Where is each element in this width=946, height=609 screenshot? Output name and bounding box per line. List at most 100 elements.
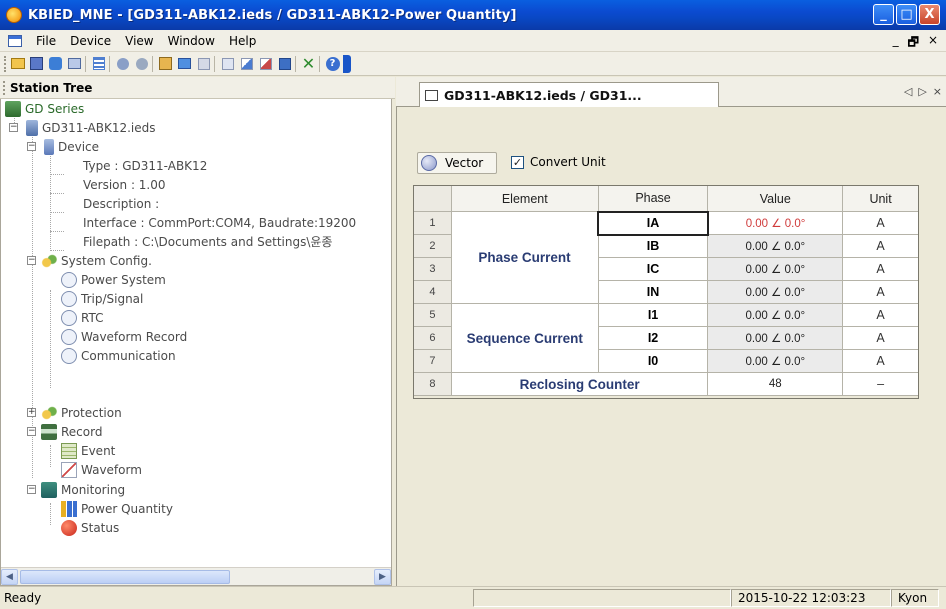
view-icon[interactable] (195, 55, 212, 72)
row-number: 3 (413, 257, 452, 281)
tab-close-icon[interactable]: × (933, 85, 942, 98)
toolbar-separator (319, 55, 320, 72)
tab-controls: ◁ ▷ × (904, 85, 942, 98)
tree-node-device[interactable]: Device (41, 137, 99, 156)
tree-node-trip-signal[interactable]: Trip/Signal (61, 289, 143, 308)
window-icon[interactable] (219, 55, 236, 72)
monitor-icon (41, 481, 57, 498)
checkbox-check-icon[interactable]: ✓ (511, 155, 524, 169)
tree-node-rtc[interactable]: RTC (61, 308, 103, 327)
wrench-icon (61, 347, 77, 364)
list-icon[interactable] (90, 55, 107, 72)
document-tab[interactable]: GD311-ABK12.ieds / GD31... (419, 82, 719, 107)
value-cell: 0.00 ∠ 0.0° (707, 211, 844, 235)
status-icon (61, 519, 77, 536)
status-ready: Ready (4, 591, 42, 605)
tree-node-gd-series[interactable]: GD Series (5, 99, 84, 118)
tree-node-file[interactable]: GD311-ABK12.ieds (23, 118, 156, 137)
unit-cell: A (842, 326, 919, 350)
tree-node-filepath: Filepath : C:\Documents and Settings\윤종 (83, 235, 333, 249)
phase-cell[interactable]: IN (597, 280, 709, 304)
expander-monitoring[interactable]: − (27, 485, 36, 494)
toolbar-overflow-icon[interactable] (343, 54, 351, 73)
download-icon[interactable] (276, 55, 293, 72)
table-row[interactable]: 5 Sequence Current I1 0.00 ∠ 0.0° A (413, 303, 919, 373)
menu-device[interactable]: Device (70, 34, 111, 48)
tab-next-icon[interactable]: ▷ (918, 85, 926, 98)
export-icon[interactable] (133, 55, 150, 72)
expander-record[interactable]: − (27, 427, 36, 436)
station-tree-title: Station Tree (10, 80, 93, 95)
scroll-right-icon[interactable]: ▶ (374, 568, 391, 585)
header-phase[interactable]: Phase (597, 185, 709, 212)
phase-cell[interactable]: I2 (597, 326, 709, 350)
tree-node-type: Type : GD311-ABK12 (83, 158, 208, 173)
expander-system-config[interactable]: − (27, 256, 36, 265)
menu-window[interactable]: Window (168, 34, 215, 48)
menu-view[interactable]: View (125, 34, 153, 48)
tab-prev-icon[interactable]: ◁ (904, 85, 912, 98)
phase-cell[interactable]: IC (597, 257, 709, 281)
phase-cell-selected[interactable]: IA (597, 210, 709, 236)
connect-icon[interactable] (47, 55, 64, 72)
tree-horizontal-scrollbar[interactable]: ◀ ▶ (1, 567, 391, 585)
tree-node-status[interactable]: Status (61, 518, 119, 537)
expander-protection[interactable]: + (27, 408, 36, 417)
minimize-button[interactable]: _ (873, 4, 894, 25)
tree-node-monitoring[interactable]: Monitoring (41, 480, 125, 499)
tree-node-waveform-record[interactable]: Waveform Record (61, 327, 187, 346)
mdi-close-button[interactable]: × (928, 33, 938, 54)
mdi-restore-button[interactable]: 🗗 (908, 33, 919, 54)
mdi-window-icon[interactable] (8, 34, 22, 47)
value-cell: 0.00 ∠ 0.0° (707, 303, 844, 327)
close-x-icon[interactable]: ✕ (300, 54, 317, 73)
expander-device[interactable]: − (27, 142, 36, 151)
tree-node-communication[interactable]: Communication (61, 346, 176, 365)
maximize-button[interactable]: □ (896, 4, 917, 25)
scroll-thumb[interactable] (20, 569, 230, 584)
header-element[interactable]: Element (450, 185, 599, 212)
toolbar-grip[interactable] (4, 55, 7, 72)
station-tree: GD Series − GD311-ABK12.ieds − Device Ty… (1, 99, 391, 567)
mdi-minimize-button[interactable]: _ (893, 33, 899, 54)
tree-node-system-config[interactable]: System Config. (41, 251, 152, 270)
phase-cell[interactable]: I0 (597, 349, 709, 373)
toolbar-separator (152, 55, 153, 72)
close-button[interactable]: X (919, 4, 940, 25)
open-icon[interactable] (9, 55, 26, 72)
tree-node-waveform[interactable]: Waveform (61, 460, 142, 479)
header-value[interactable]: Value (707, 185, 844, 212)
tree-node-power-system[interactable]: Power System (61, 270, 166, 289)
tree-node-protection[interactable]: Protection (41, 403, 122, 422)
event-table-icon (61, 442, 77, 459)
value-cell: 0.00 ∠ 0.0° (707, 280, 844, 304)
phase-cell[interactable]: IB (597, 234, 709, 258)
monitor-icon[interactable] (176, 55, 193, 72)
vector-button[interactable]: Vector (417, 152, 497, 174)
tree-line (50, 154, 51, 251)
device-icon[interactable] (66, 55, 83, 72)
menu-file[interactable]: File (36, 34, 56, 48)
expander-file[interactable]: − (9, 123, 18, 132)
pane-grip[interactable] (3, 80, 6, 95)
station-tree-header: Station Tree (0, 77, 395, 99)
tree-node-record[interactable]: Record (41, 422, 102, 441)
table-row[interactable]: 1 Phase Current IA 0.00 ∠ 0.0° A (413, 210, 919, 304)
phase-cell[interactable]: I1 (597, 303, 709, 327)
element-reclosing-counter: Reclosing Counter (450, 372, 709, 396)
tree-line (50, 231, 64, 232)
tool2-icon[interactable] (257, 55, 274, 72)
row-number: 6 (413, 326, 452, 350)
table-row[interactable]: 8 Reclosing Counter 48 – (413, 372, 919, 396)
scroll-left-icon[interactable]: ◀ (1, 568, 18, 585)
tree-node-power-quantity[interactable]: Power Quantity (61, 499, 173, 518)
help-icon[interactable]: ? (324, 55, 341, 72)
convert-unit-checkbox[interactable]: ✓ Convert Unit (511, 155, 606, 169)
tool-icon[interactable] (238, 55, 255, 72)
menu-help[interactable]: Help (229, 34, 256, 48)
header-unit[interactable]: Unit (842, 185, 919, 212)
save-icon[interactable] (28, 55, 45, 72)
import-icon[interactable] (114, 55, 131, 72)
settings-icon[interactable] (157, 55, 174, 72)
tree-node-event[interactable]: Event (61, 441, 115, 460)
